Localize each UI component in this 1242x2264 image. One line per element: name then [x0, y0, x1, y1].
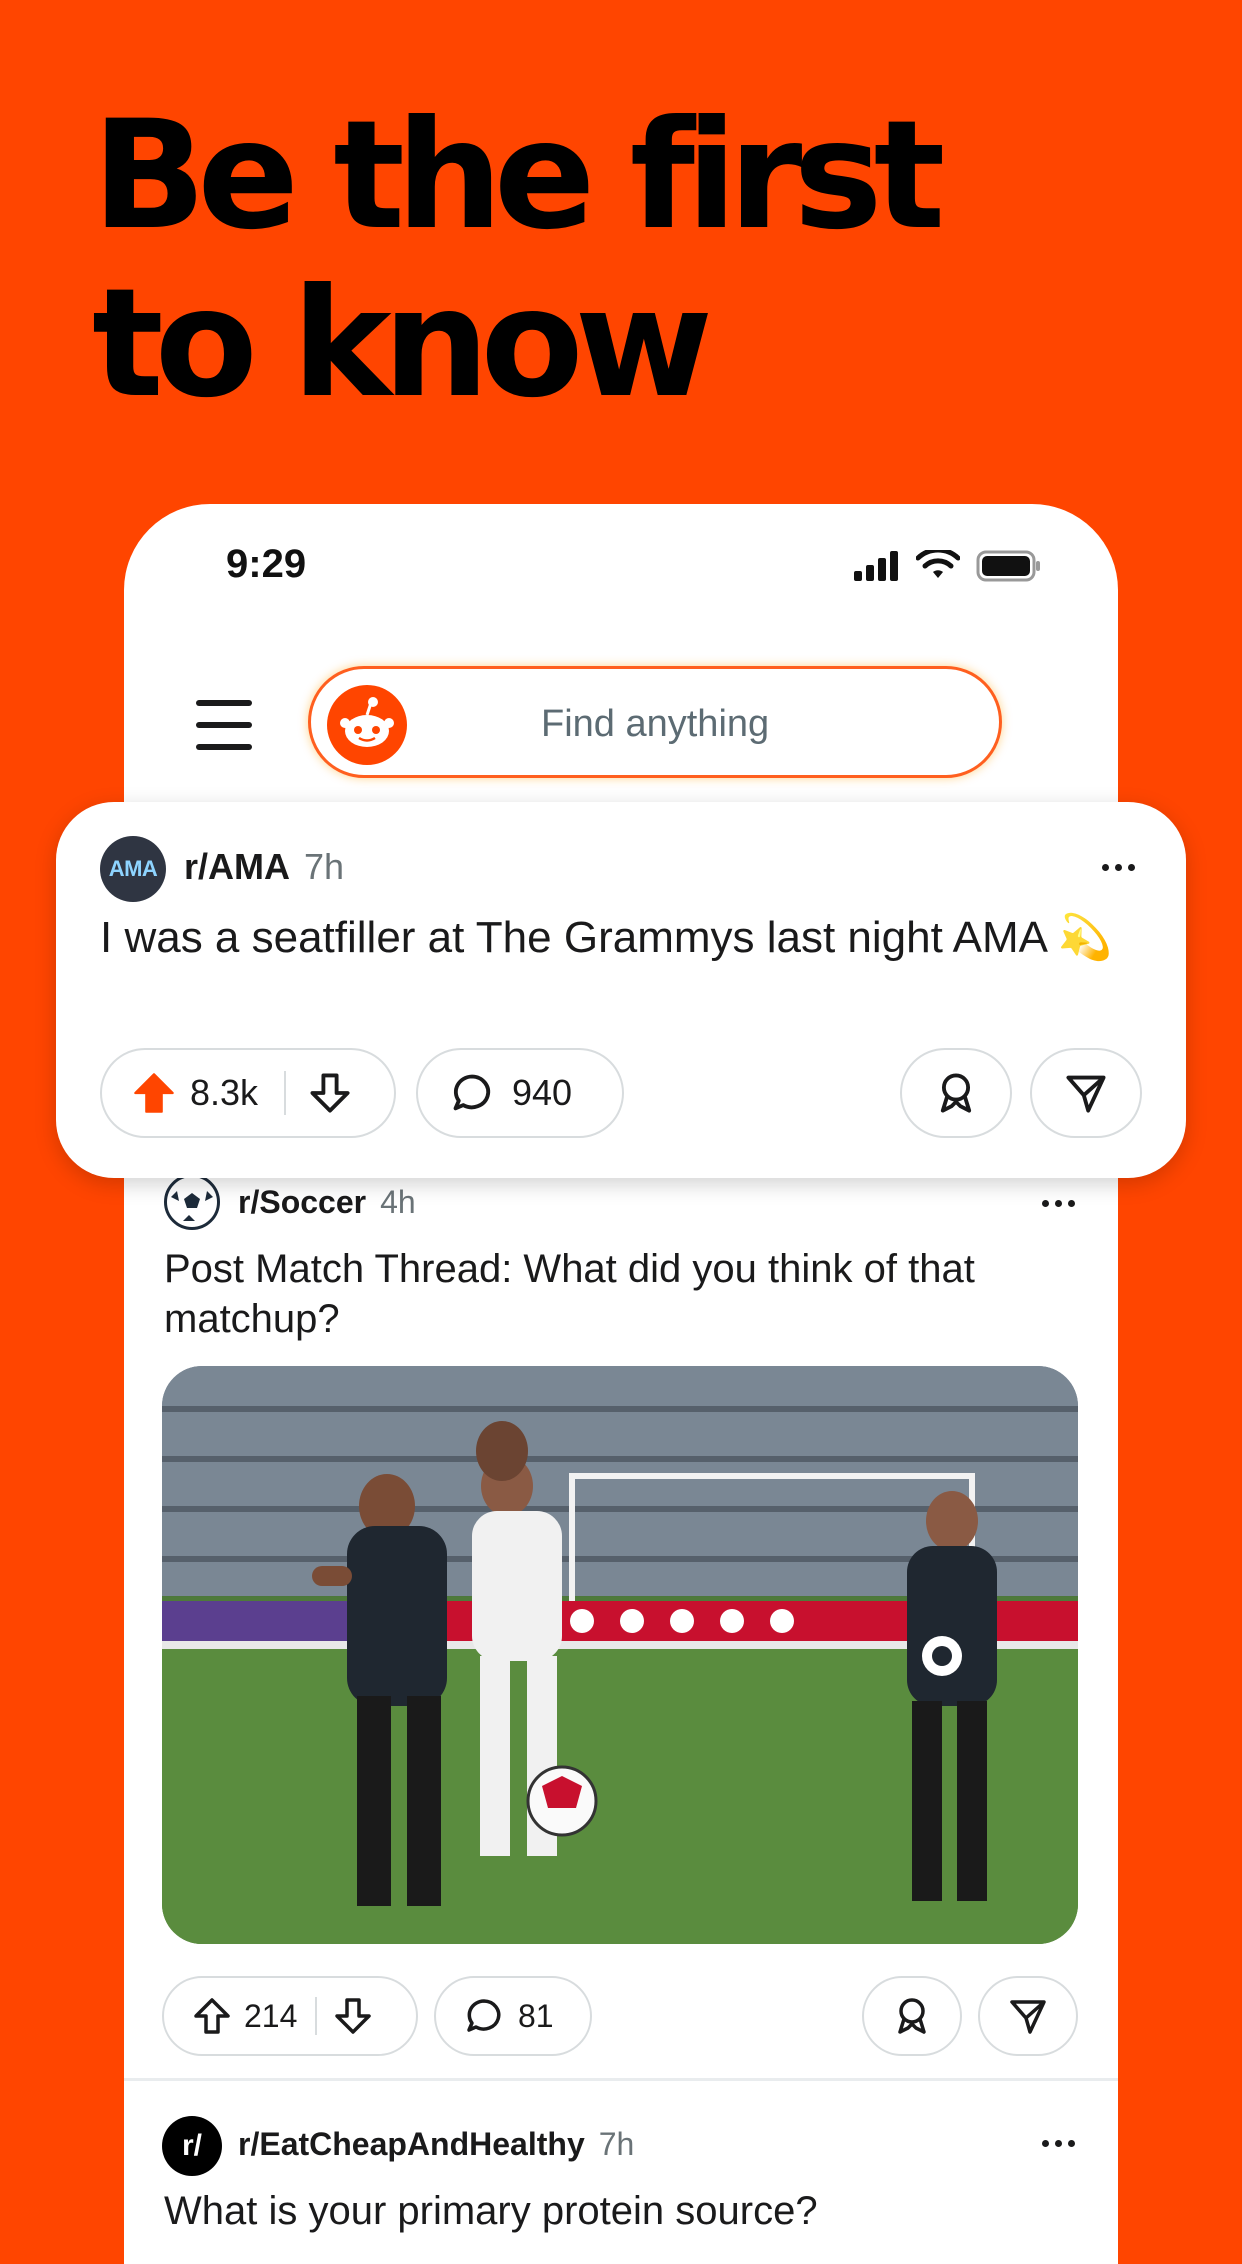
featured-post-card[interactable]: AMA r/AMA 7h I was a seatfiller at The G… [56, 802, 1186, 1178]
more-icon[interactable] [1102, 864, 1135, 871]
headline-line-2: to know [92, 257, 713, 431]
award-button[interactable] [900, 1048, 1012, 1138]
post-meta: r/AMA 7h [184, 846, 344, 888]
status-icons [854, 550, 1042, 582]
upvote-icon[interactable] [192, 1996, 232, 2036]
post-age: 4h [380, 1184, 416, 1220]
subreddit-avatar-ama[interactable]: AMA [100, 836, 166, 902]
post-age: 7h [598, 2126, 635, 2162]
award-icon [940, 1073, 972, 1113]
subreddit-avatar-eatcheap[interactable]: r/ [162, 2116, 222, 2176]
downvote-icon[interactable] [308, 1071, 352, 1115]
post-age: 7h [304, 846, 345, 887]
post-divider [124, 2078, 1118, 2081]
reddit-snoo-icon [327, 685, 407, 765]
vote-divider [284, 1071, 287, 1115]
comment-count: 81 [518, 1997, 554, 2034]
vote-divider [315, 1997, 318, 2035]
comment-count: 940 [512, 1072, 573, 1113]
share-icon [1066, 1075, 1106, 1113]
upvote-icon[interactable] [132, 1071, 176, 1115]
award-icon [898, 1998, 926, 2034]
post-title[interactable]: Post Match Thread: What did you think of… [164, 1244, 1084, 1344]
search-placeholder: Find anything [541, 703, 770, 745]
search-bar[interactable]: Find anything [308, 666, 1002, 778]
share-button[interactable] [978, 1976, 1078, 2056]
post-meta: r/Soccer 4h [238, 1184, 416, 1221]
headline-line-1: Be the first [92, 89, 945, 263]
award-button[interactable] [862, 1976, 962, 2056]
downvote-icon[interactable] [333, 1996, 373, 2036]
post-image[interactable] [162, 1366, 1078, 1944]
subreddit-name[interactable]: r/EatCheapAndHealthy [238, 2126, 585, 2163]
comment-icon [467, 1999, 501, 2032]
more-icon[interactable] [1042, 1200, 1075, 1207]
share-icon [1010, 2000, 1046, 2034]
comments-button[interactable]: 940 [416, 1048, 624, 1138]
wifi-icon [916, 550, 960, 578]
phone-mockup: 9:29 Find anything r/Soccer 4h Post Matc… [124, 504, 1118, 2264]
status-bar: 9:29 [124, 504, 1118, 634]
more-icon[interactable] [1042, 2140, 1075, 2147]
post-meta: r/EatCheapAndHealthy 7h [238, 2126, 634, 2163]
menu-icon[interactable] [196, 700, 252, 750]
vote-bar: 8.3k [100, 1048, 396, 1138]
post-title[interactable]: What is your primary protein source? [164, 2186, 1084, 2236]
comments-button[interactable]: 81 [434, 1976, 592, 2056]
subreddit-name[interactable]: r/AMA [184, 846, 290, 888]
subreddit-name[interactable]: r/Soccer [238, 1184, 366, 1221]
vote-count: 214 [244, 1997, 298, 2034]
comment-icon [453, 1074, 491, 1111]
promo-headline: Be the first to know [92, 92, 1092, 428]
battery-icon [976, 550, 1040, 582]
signal-icon [854, 551, 898, 581]
vote-bar: 214 [162, 1976, 418, 2056]
vote-count: 8.3k [190, 1072, 259, 1113]
share-button[interactable] [1030, 1048, 1142, 1138]
status-time: 9:29 [226, 542, 307, 586]
post-title[interactable]: I was a seatfiller at The Grammys last n… [100, 910, 1150, 966]
subreddit-avatar-soccer[interactable] [164, 1174, 220, 1230]
